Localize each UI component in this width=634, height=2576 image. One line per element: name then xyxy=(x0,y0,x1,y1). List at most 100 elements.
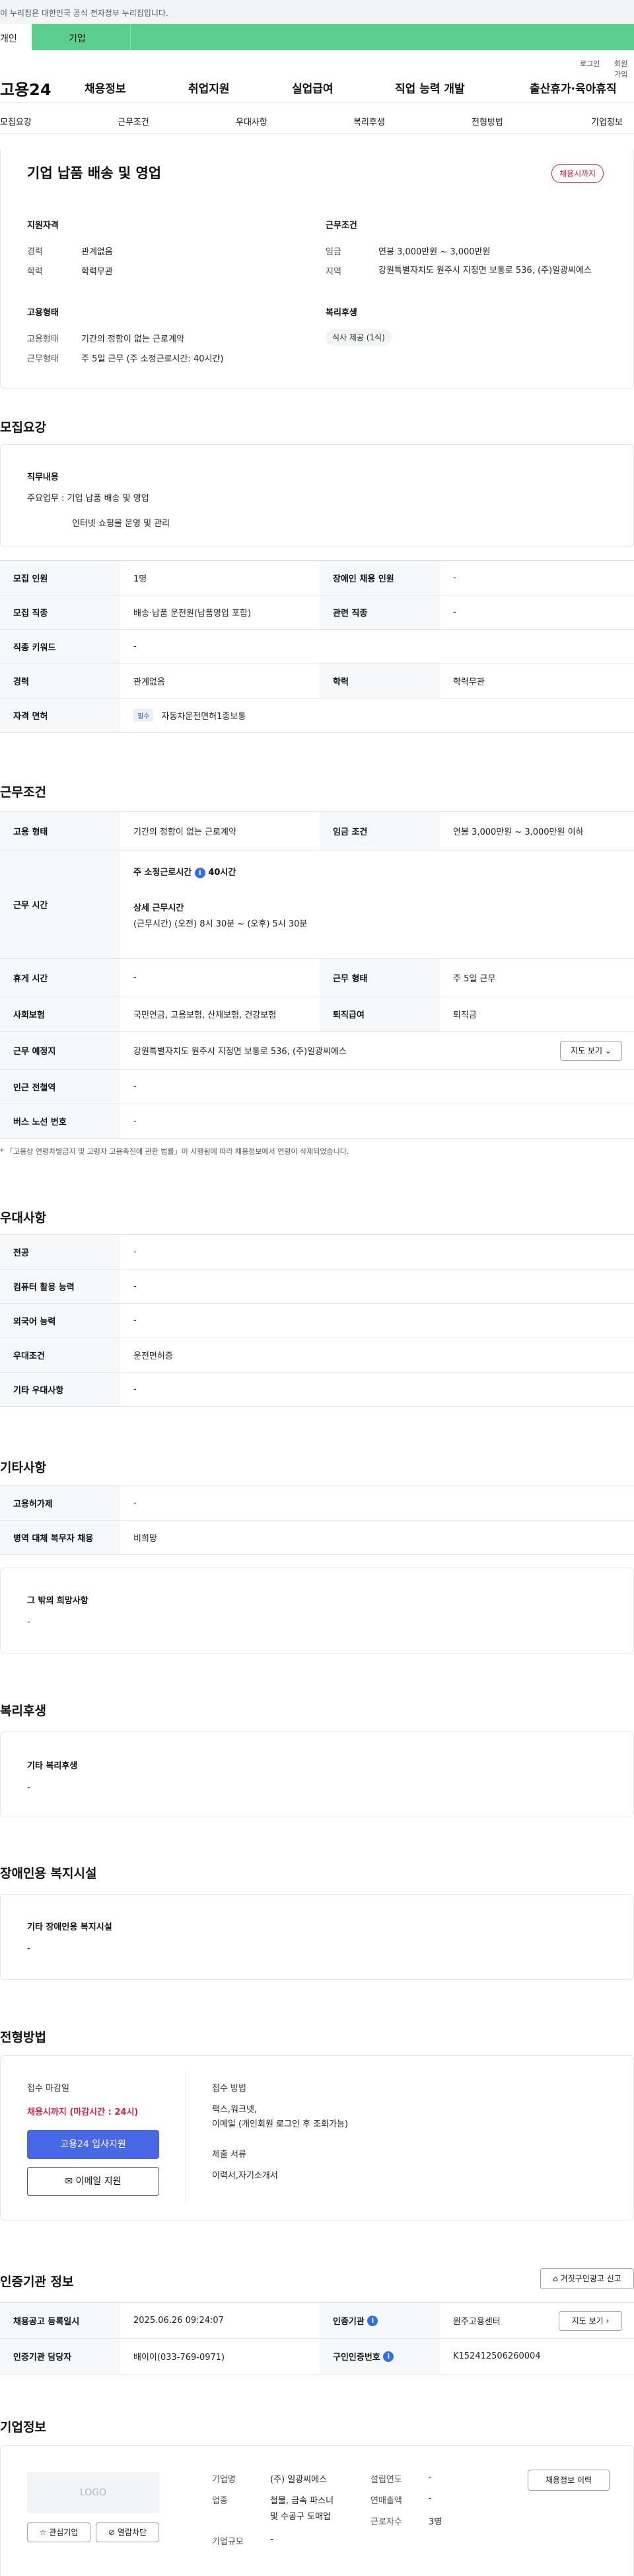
history-button[interactable]: 채용정보 이력 xyxy=(528,2470,610,2491)
deadline-label: 접수 마감일 xyxy=(27,2084,69,2094)
anchor-selection[interactable]: 전형방법 xyxy=(472,115,503,128)
cell-key: 전공 xyxy=(0,1235,120,1269)
cell-value: 강원특별자치도 원주시 지정면 보통로 536, (주)일광씨에스 xyxy=(133,1047,347,1057)
nav-item-employment-support[interactable]: 취업지원 xyxy=(188,79,230,96)
table-row: 휴게 시간 - 근무 형태 주 5일 근무 xyxy=(0,959,634,997)
hope-box: 그 밖의 희망사항 - xyxy=(0,1568,634,1653)
cell-value: - xyxy=(133,1316,137,1326)
cell-key: 인증기관 담당자 xyxy=(0,2339,120,2374)
anchor-recruit[interactable]: 모집요강 xyxy=(0,115,32,128)
cell-value: 국민연금, 고용보험, 산재보험, 건강보험 xyxy=(133,1010,277,1020)
recruit-table: 모집 인원 1명 장애인 채용 인원 - 모집 직종 배송·납품 운전원(납품영… xyxy=(0,560,634,733)
worktype-label: 근무형태 xyxy=(27,354,59,364)
block-button[interactable]: ⊘ 열람차단 xyxy=(96,2522,159,2542)
job-title: 기업 납품 배송 및 영업 xyxy=(27,165,162,181)
map-button-label: 지도 보기 xyxy=(571,1046,603,1055)
cell-key: 고용 형태 xyxy=(0,812,120,850)
edu-value: 학력무관 xyxy=(81,267,113,277)
block-label: 열람차단 xyxy=(117,2528,147,2537)
anchor-company[interactable]: 기업정보 xyxy=(591,115,623,128)
anchor-welfare[interactable]: 복리후생 xyxy=(353,115,385,128)
benefit-title: 복리후생 xyxy=(326,308,357,318)
emp-label: 고용형태 xyxy=(27,334,59,344)
cell-value: - xyxy=(133,1082,137,1092)
company-name-value: (주) 일광씨에스 xyxy=(270,2475,328,2485)
docs-label: 제출 서류 xyxy=(212,2150,246,2160)
cell-value: 1명 xyxy=(133,574,147,584)
cell-key: 인근 전철역 xyxy=(0,1070,120,1104)
worktype-value: 주 5일 근무 (주 소정근로시간: 40시간) xyxy=(81,354,224,364)
anchor-pref[interactable]: 우대사항 xyxy=(236,115,267,128)
cell-value: 퇴직금 xyxy=(453,1010,477,1020)
welfare-box-value: - xyxy=(27,1782,30,1792)
cell-key: 컴퓨터 활용 능력 xyxy=(0,1269,120,1303)
company-box: LOGO ☆ 관심기업 ⊘ 열람차단 기업명 (주) 일광씨에스 업종 철물, … xyxy=(0,2445,634,2576)
founded-label: 설립연도 xyxy=(370,2475,402,2485)
chevron-down-icon: ⌄ xyxy=(604,1046,612,1055)
info-icon[interactable]: i xyxy=(383,2351,394,2362)
cell-value: 기간의 정함이 없는 근로계약 xyxy=(133,827,236,837)
tab-personal[interactable]: 개인 xyxy=(0,24,32,50)
duty-box: 직무내용 주요업무 : 기업 납품 배송 및 영업 인터넷 쇼핑몰 운영 및 관… xyxy=(0,444,634,547)
cell-value: 운전면허증 xyxy=(133,1351,173,1361)
cell-key: 병역 대체 복무자 채용 xyxy=(0,1521,120,1554)
cell-key: 인증기관 i xyxy=(320,2303,440,2338)
nav-item-training[interactable]: 직업 능력 개발 xyxy=(395,79,465,96)
email-apply-button[interactable]: ✉ 이메일 지원 xyxy=(27,2167,159,2196)
cell-value: 배이이(033-769-0971) xyxy=(133,2353,225,2363)
agency-map-button[interactable]: 지도 보기 › xyxy=(559,2311,622,2331)
nav-item-jobs[interactable]: 채용정보 xyxy=(85,79,126,96)
deadline-value: 채용시까지 (마감시간 : 24시) xyxy=(27,2107,139,2117)
info-icon[interactable]: i xyxy=(194,868,205,878)
industry-label: 업종 xyxy=(212,2496,228,2506)
apply-button[interactable]: 고용24 입사지원 xyxy=(27,2130,159,2159)
cell-key: 휴게 시간 xyxy=(0,959,120,997)
email-apply-label: 이메일 지원 xyxy=(75,2176,122,2187)
duty-line1: 주요업무 : 기업 납품 배송 및 영업 xyxy=(27,494,149,504)
agency-key: 인증기관 xyxy=(333,2317,365,2327)
nav-item-leave[interactable]: 출산휴가·육아휴직 xyxy=(530,79,617,96)
selection-section-title: 전형방법 xyxy=(0,2030,46,2045)
utility-bar: 로그인 회원가입 xyxy=(0,50,634,79)
map-button[interactable]: 지도 보기 ⌄ xyxy=(560,1041,622,1061)
favorite-button[interactable]: ☆ 관심기업 xyxy=(27,2522,90,2542)
area-value: 강원특별자치도 원주시 지정면 보통로 536, (주)일광씨에스 xyxy=(378,266,592,276)
cell-value: 2025.06.26 09:24:07 xyxy=(133,2316,224,2326)
cell-key: 근무 시간 xyxy=(0,851,120,958)
cell-value: 관계없음 xyxy=(133,677,165,687)
table-row: 고용허가제 - xyxy=(0,1486,634,1521)
cell-key: 구인인증번호 i xyxy=(320,2339,440,2374)
info-icon[interactable]: i xyxy=(367,2315,378,2326)
detail-hours-label: 상세 근무시간 xyxy=(133,903,184,913)
duty-line2: 인터넷 쇼핑몰 운영 및 관리 xyxy=(72,519,170,529)
agency-map-label: 지도 보기 xyxy=(571,2316,604,2326)
cell-key: 관련 직종 xyxy=(320,595,440,629)
tab-company[interactable]: 기업 xyxy=(32,24,131,50)
area-label: 지역 xyxy=(326,267,341,277)
license-value: 자동차운전면허1종보통 xyxy=(161,712,246,722)
report-button[interactable]: ⌂ 거짓구인광고 신고 xyxy=(540,2268,634,2289)
table-row: 전공 - xyxy=(0,1235,634,1269)
cell-key: 채용공고 등록일시 xyxy=(0,2303,120,2338)
cell-value: K152412506260004 xyxy=(453,2351,541,2361)
cell-key: 경력 xyxy=(0,664,120,698)
deadline-badge: 채용시까지 xyxy=(551,164,604,183)
facility-box: 기타 장애인용 복지시설 - xyxy=(0,1894,634,1980)
nav-item-unemployment-benefit[interactable]: 실업급여 xyxy=(292,79,334,96)
cell-key: 학력 xyxy=(320,664,440,698)
company-logo: LOGO xyxy=(27,2472,159,2513)
cell-value: - xyxy=(133,1498,137,1508)
recruit-section-title: 모집요강 xyxy=(0,420,46,435)
site-logo[interactable]: 고용24 xyxy=(0,77,52,100)
table-row: 근무 예정지 강원특별자치도 원주시 지정면 보통로 536, (주)일광씨에스… xyxy=(0,1032,634,1070)
pref-section-title: 우대사항 xyxy=(0,1211,46,1225)
anchor-work[interactable]: 근무조건 xyxy=(118,115,149,128)
emp-title: 고용형태 xyxy=(27,308,59,318)
table-row: 경력 관계없음 학력 학력무관 xyxy=(0,664,634,699)
facility-box-title: 기타 장애인용 복지시설 xyxy=(27,1922,112,1932)
table-row: 모집 직종 배송·납품 운전원(납품영업 포함) 관련 직종 - xyxy=(0,595,634,630)
cell-key: 모집 직종 xyxy=(0,595,120,629)
table-row: 우대조건 운전면허증 xyxy=(0,1338,634,1373)
sales-label: 연매출액 xyxy=(370,2496,402,2506)
cert-section-title: 인증기관 정보 xyxy=(0,2275,74,2289)
